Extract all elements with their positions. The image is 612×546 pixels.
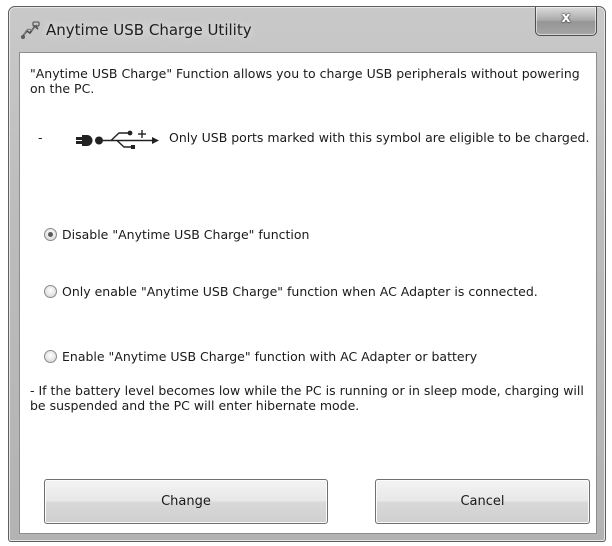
- dialog-body: "Anytime USB Charge" Function allows you…: [19, 52, 597, 534]
- app-icon: [21, 21, 40, 39]
- battery-footnote: - If the battery level becomes low while…: [30, 383, 584, 413]
- window-title: Anytime USB Charge Utility: [46, 21, 252, 39]
- cancel-button[interactable]: Cancel: [375, 479, 590, 524]
- radio-button[interactable]: [44, 285, 57, 298]
- usb-charge-icon: [76, 130, 159, 149]
- bullet-dash: -: [38, 130, 43, 145]
- dialog-window: Anytime USB Charge Utility x "Anytime US…: [8, 6, 606, 542]
- radio-button[interactable]: [44, 350, 57, 363]
- radio-label[interactable]: Disable "Anytime USB Charge" function: [62, 227, 309, 242]
- radio-label[interactable]: Enable "Anytime USB Charge" function wit…: [62, 349, 477, 364]
- close-button[interactable]: x: [535, 7, 597, 36]
- intro-text: "Anytime USB Charge" Function allows you…: [30, 66, 580, 96]
- radio-label[interactable]: Only enable "Anytime USB Charge" functio…: [62, 284, 538, 299]
- radio-button-checked[interactable]: [44, 228, 57, 241]
- title-bar[interactable]: Anytime USB Charge Utility x: [9, 7, 605, 47]
- close-icon: x: [561, 10, 571, 26]
- usb-symbol-note: Only USB ports marked with this symbol a…: [169, 130, 590, 145]
- change-button[interactable]: Change: [44, 479, 328, 524]
